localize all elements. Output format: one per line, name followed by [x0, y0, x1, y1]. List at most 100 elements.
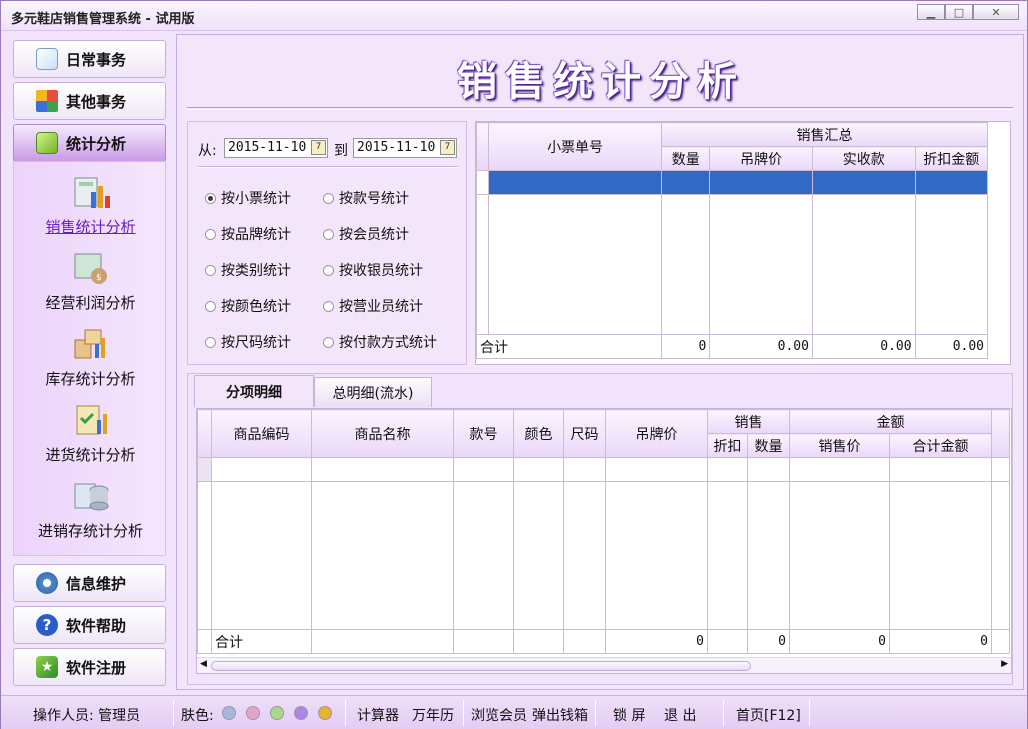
- minimize-button[interactable]: ▁: [917, 4, 945, 20]
- money-bag-icon: $: [74, 253, 107, 284]
- calendar-icon[interactable]: 7: [311, 140, 326, 155]
- detail-table: 商品编码 商品名称 款号 颜色 尺码 吊牌价 销售 金额 折扣 数量 销售价 合…: [197, 409, 1010, 654]
- col-ticket-number[interactable]: 小票单号: [488, 122, 663, 171]
- radio-dot-icon[interactable]: [323, 300, 334, 312]
- scroll-left-icon[interactable]: ◀: [200, 659, 207, 669]
- divider: [345, 700, 346, 726]
- nav-daily-affairs-button[interactable]: 日常事务: [13, 40, 166, 78]
- group-sales: 销售: [707, 409, 790, 434]
- radio-dot-icon[interactable]: [205, 300, 216, 312]
- close-button[interactable]: ✕: [973, 4, 1019, 20]
- col-total-amount[interactable]: 合计金额: [889, 433, 992, 458]
- radio-dot-icon[interactable]: [323, 336, 334, 348]
- col-product-code[interactable]: 商品编码: [211, 409, 312, 458]
- sub-label: 经营利润分析: [45, 294, 136, 312]
- nav-statistics-button[interactable]: 统计分析: [13, 124, 166, 162]
- nav-software-help-button[interactable]: ? 软件帮助: [13, 606, 166, 644]
- radio-dot-icon[interactable]: [323, 264, 334, 276]
- col-tag-price[interactable]: 吊牌价: [709, 146, 813, 171]
- col-tag-price[interactable]: 吊牌价: [605, 409, 708, 458]
- radio-dot-icon[interactable]: [205, 228, 216, 240]
- total-discount: 0.00: [914, 334, 989, 359]
- radio-dot-icon[interactable]: [205, 264, 216, 276]
- col-product-name[interactable]: 商品名称: [311, 409, 454, 458]
- stat-option-radio[interactable]: 按付款方式统计: [323, 332, 437, 352]
- operator-label: 操作人员: 管理员: [33, 708, 141, 724]
- maximize-button[interactable]: □: [945, 4, 973, 20]
- exit-button[interactable]: 退 出: [664, 705, 696, 725]
- stat-option-radio[interactable]: 按类别统计: [205, 260, 291, 280]
- stat-option-radio[interactable]: 按款号统计: [323, 188, 409, 208]
- stat-option-label: 按会员统计: [339, 227, 409, 243]
- col-quantity[interactable]: 数量: [661, 146, 711, 171]
- from-label: 从:: [198, 143, 217, 159]
- nav-label: 软件帮助: [66, 616, 127, 635]
- total-amount: 0: [889, 629, 992, 654]
- nav-software-register-button[interactable]: ★ 软件注册: [13, 648, 166, 686]
- col-sale-price[interactable]: 销售价: [789, 433, 890, 458]
- scrollbar-thumb[interactable]: [211, 661, 751, 671]
- sub-psi-analysis[interactable]: 进销存统计分析: [14, 478, 167, 541]
- database-chart-icon: [74, 483, 108, 511]
- sub-profit-analysis[interactable]: $ 经营利润分析: [14, 250, 167, 313]
- radio-dot-icon[interactable]: [323, 228, 334, 240]
- row-header-corner: [197, 409, 212, 458]
- clipboard-check-icon: [76, 405, 107, 435]
- nav-info-maintenance-button[interactable]: 信息维护: [13, 564, 166, 602]
- calendar-button[interactable]: 万年历: [412, 705, 454, 725]
- stat-option-radio[interactable]: 按营业员统计: [323, 296, 423, 316]
- home-button[interactable]: 首页[F12]: [736, 705, 801, 725]
- skin-label: 肤色:: [181, 708, 214, 724]
- col-discount-amount[interactable]: 折扣金额: [914, 146, 989, 171]
- table-row[interactable]: [475, 170, 989, 195]
- stat-option-label: 按收银员统计: [339, 263, 423, 279]
- sub-sales-analysis[interactable]: 销售统计分析: [14, 174, 167, 237]
- total-received: 0.00: [811, 334, 916, 359]
- sub-inventory-analysis[interactable]: 库存统计分析: [14, 326, 167, 389]
- from-date-input[interactable]: 2015-11-10 7: [224, 138, 328, 158]
- calendar-icon[interactable]: 7: [440, 140, 455, 155]
- scroll-right-icon[interactable]: ▶: [1001, 659, 1008, 669]
- stat-option-radio[interactable]: 按尺码统计: [205, 332, 291, 352]
- col-discount[interactable]: 折扣: [707, 433, 748, 458]
- skin-swatch-blue[interactable]: [222, 706, 236, 720]
- sub-purchase-analysis[interactable]: 进货统计分析: [14, 402, 167, 465]
- browse-members-button[interactable]: 浏览会员: [471, 705, 527, 725]
- skin-swatch-green[interactable]: [270, 706, 284, 720]
- radio-dot-icon[interactable]: [205, 336, 216, 348]
- maximize-icon: □: [953, 5, 965, 19]
- nav-other-affairs-button[interactable]: 其他事务: [13, 82, 166, 120]
- col-quantity[interactable]: 数量: [747, 433, 790, 458]
- nav-label: 统计分析: [66, 134, 127, 153]
- col-size[interactable]: 尺码: [563, 409, 606, 458]
- summary-total-row: 合计 0 0.00 0.00 0.00: [475, 334, 989, 359]
- stat-option-radio[interactable]: 按颜色统计: [205, 296, 291, 316]
- skin-swatch-purple[interactable]: [294, 706, 308, 720]
- stat-option-label: 按颜色统计: [221, 299, 291, 315]
- group-sales-summary: 销售汇总: [661, 122, 988, 147]
- skin-swatch-orange[interactable]: [318, 706, 332, 720]
- col-received[interactable]: 实收款: [811, 146, 916, 171]
- col-color[interactable]: 颜色: [513, 409, 564, 458]
- main-panel: 销售统计分析 从: 2015-11-10 7 到 2015-11-10 7 按小…: [176, 34, 1024, 690]
- detail-total-row: 合计 0 0 0 0: [197, 629, 1010, 654]
- radio-dot-icon[interactable]: [323, 192, 334, 204]
- empty-rows: [475, 194, 989, 335]
- divider: [809, 700, 810, 726]
- stat-option-radio[interactable]: 按小票统计: [205, 188, 291, 208]
- radio-dot-icon[interactable]: [205, 192, 216, 204]
- table-row[interactable]: [197, 457, 1010, 482]
- stat-option-radio[interactable]: 按收银员统计: [323, 260, 423, 280]
- sub-label: 销售统计分析: [45, 218, 136, 236]
- tab-total-detail[interactable]: 总明细(流水): [314, 377, 432, 407]
- open-cash-drawer-button[interactable]: 弹出钱箱: [532, 705, 588, 725]
- stat-option-radio[interactable]: 按品牌统计: [205, 224, 291, 244]
- skin-swatch-pink[interactable]: [246, 706, 260, 720]
- calculator-button[interactable]: 计算器: [357, 705, 399, 725]
- to-date-input[interactable]: 2015-11-10 7: [353, 138, 457, 158]
- stat-option-radio[interactable]: 按会员统计: [323, 224, 409, 244]
- horizontal-scrollbar[interactable]: ◀ ▶: [197, 657, 1011, 673]
- lock-screen-button[interactable]: 锁 屏: [613, 705, 645, 725]
- tab-item-detail[interactable]: 分项明细: [194, 375, 314, 407]
- col-style-number[interactable]: 款号: [453, 409, 514, 458]
